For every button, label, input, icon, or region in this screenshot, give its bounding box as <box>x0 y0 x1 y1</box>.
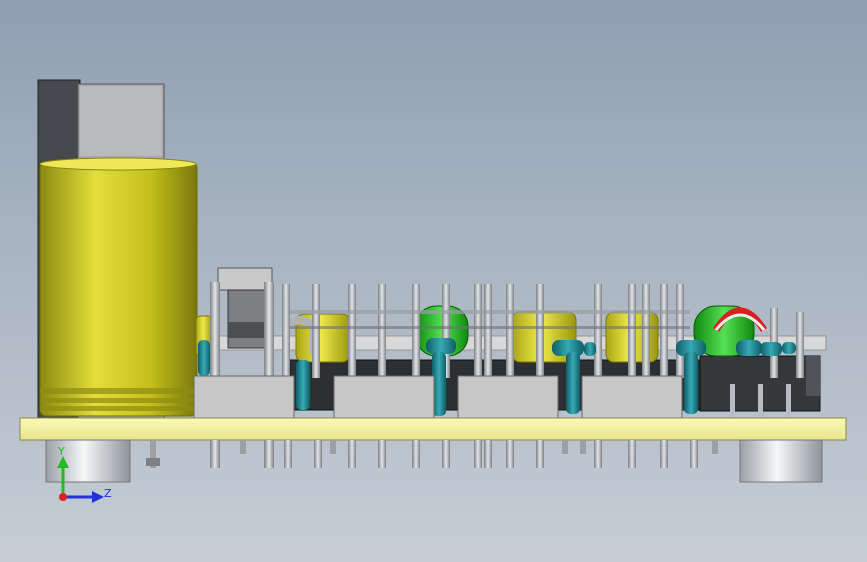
pcb-board[interactable] <box>19 417 847 441</box>
pcb-assembly-side-view[interactable]: Y Z <box>0 0 867 562</box>
z-axis-label: Z <box>104 487 112 500</box>
x-axis-origin-icon <box>59 493 67 501</box>
through-hole-pins-bottom <box>146 440 718 468</box>
y-axis-label: Y <box>57 445 65 458</box>
large-electrolytic-capacitor[interactable] <box>39 157 198 417</box>
z-axis-arrowhead-icon <box>92 491 104 503</box>
standoffs[interactable] <box>45 439 823 483</box>
cad-viewport[interactable]: Y Z <box>0 0 867 562</box>
